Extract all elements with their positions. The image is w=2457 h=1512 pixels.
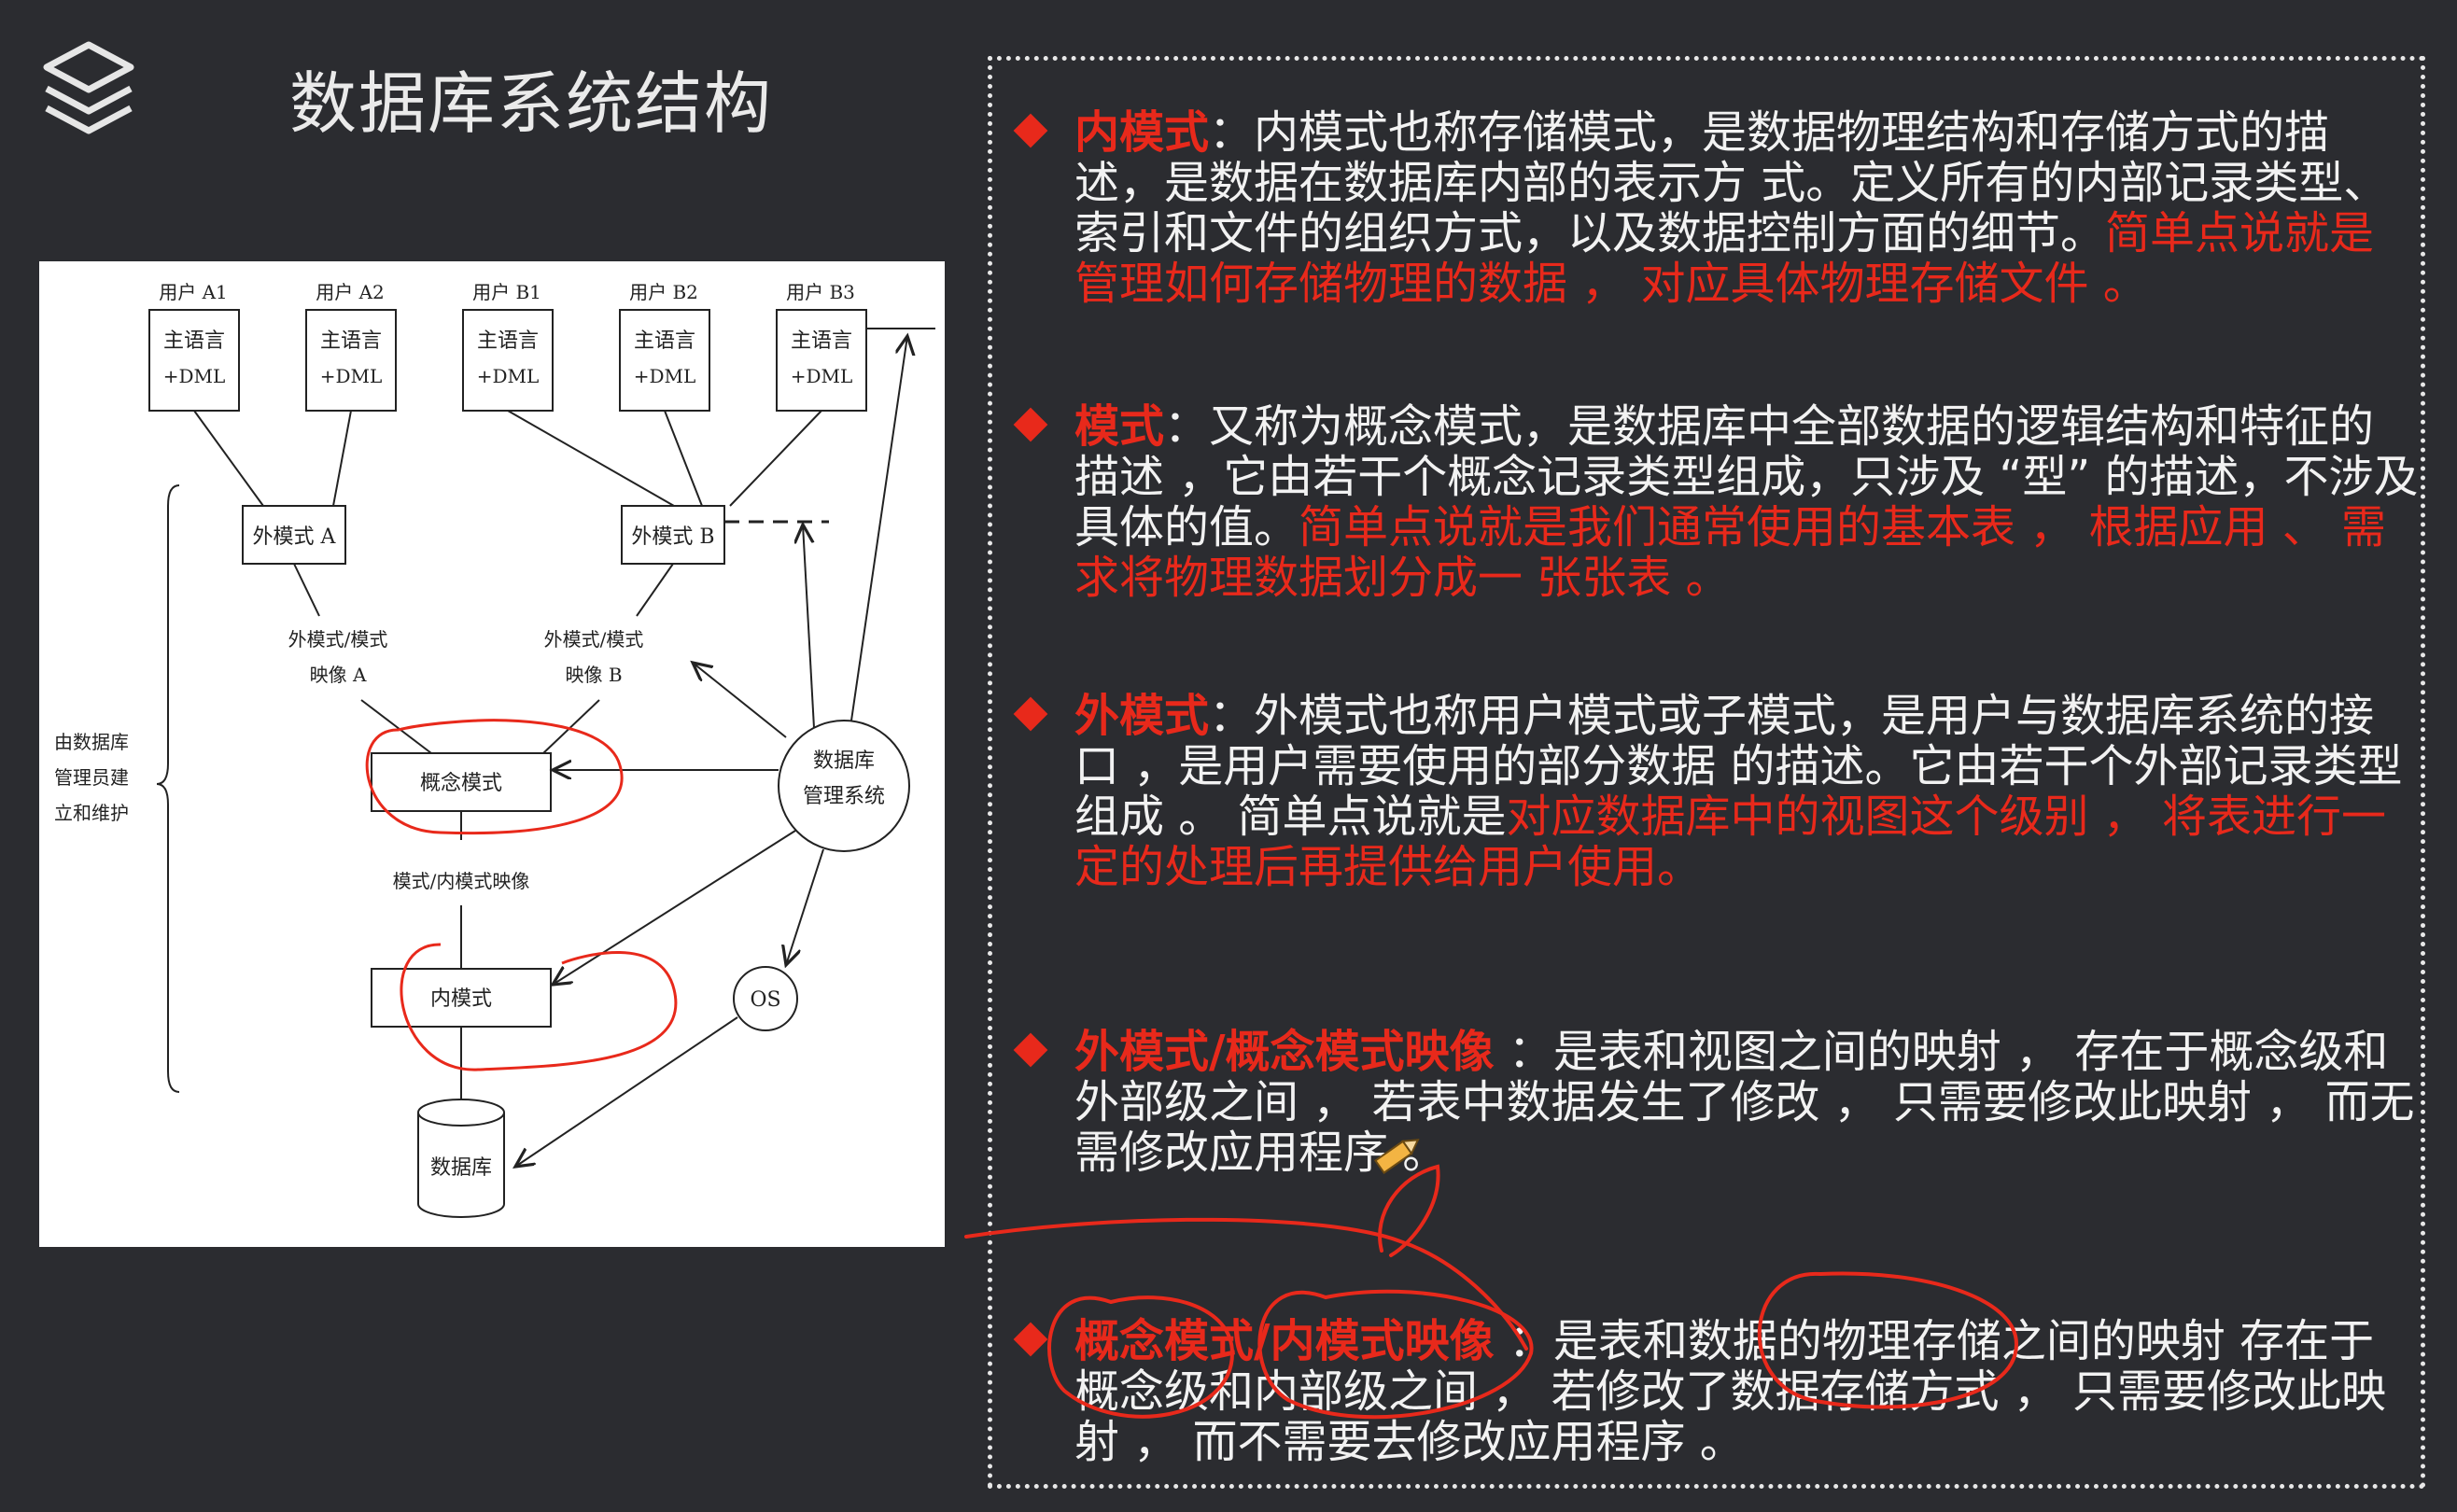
- bullet-diamond-icon: [1013, 1032, 1048, 1068]
- note-conceptual-schema: 模式：又称为概念模式，是数据库中全部数据的逻辑结构和特征的描述 ，它由若干个概念…: [1013, 400, 2419, 603]
- conceptual-internal-mapping-label: 模式/内模式映像: [393, 870, 530, 892]
- external-schema-a: 外模式 A: [253, 525, 337, 549]
- user-box-dml: +DML: [320, 365, 383, 387]
- note-external-conceptual-mapping: 外模式/概念模式映像 ：是表和视图之间的映射 ， 存在于概念级和外部级之间 ， …: [1013, 1026, 2419, 1178]
- note-separator: ：: [1164, 400, 1210, 453]
- conceptual-schema: 概念模式: [420, 772, 502, 795]
- note-external-schema: 外模式：外模式也称用户模式或子模式，是用户与数据库系统的接口 ，是用户需要使用的…: [1013, 690, 2419, 892]
- bullet-diamond-icon: [1013, 407, 1048, 442]
- user-label: 用户 B2: [629, 281, 698, 303]
- note-separator: ：: [1494, 1315, 1553, 1367]
- page-title: 数据库系统结构: [289, 64, 774, 143]
- note-term: 外模式/概念模式映像: [1074, 1026, 1495, 1078]
- user-box-dml: +DML: [163, 365, 226, 387]
- note-term: 概念模式/内模式映像: [1074, 1315, 1495, 1367]
- note-term: 内模式: [1074, 106, 1210, 159]
- note-term: 外模式: [1074, 690, 1210, 742]
- mapping-a-label: 映像 A: [310, 664, 367, 686]
- user-box-lang: 主语言: [791, 329, 852, 353]
- user-label: 用户 A1: [159, 281, 228, 303]
- admin-note: 立和维护: [54, 802, 129, 824]
- user-box-dml: +DML: [791, 365, 853, 387]
- note-separator: ：: [1209, 690, 1255, 742]
- note-conceptual-internal-mapping: 概念模式/内模式映像 ：是表和数据的物理存储之间的映射 存在于概念级和内部级之间…: [1013, 1315, 2419, 1467]
- mapping-b-label: 映像 B: [565, 664, 622, 686]
- user-box-dml: +DML: [634, 365, 696, 387]
- bullet-diamond-icon: [1013, 1322, 1048, 1357]
- database-label: 数据库: [430, 1156, 492, 1180]
- architecture-diagram: 用户 A1 用户 A2 用户 B1 用户 B2 用户 B3 主语言 +DML 主…: [39, 261, 945, 1247]
- user-label: 用户 A2: [316, 281, 385, 303]
- user-box-lang: 主语言: [163, 329, 225, 353]
- note-separator: ：: [1494, 1026, 1553, 1078]
- user-box-lang: 主语言: [477, 329, 539, 353]
- mapping-a-label: 外模式/模式: [288, 628, 388, 651]
- external-schema-b: 外模式 B: [631, 525, 714, 549]
- bullet-diamond-icon: [1013, 113, 1048, 148]
- user-label: 用户 B3: [786, 281, 855, 303]
- admin-note: 由数据库: [54, 731, 129, 753]
- dbms-label: 数据库: [813, 749, 875, 773]
- note-term: 模式: [1074, 400, 1165, 453]
- user-box-lang: 主语言: [320, 329, 382, 353]
- user-box-dml: +DML: [477, 365, 540, 387]
- mapping-b-label: 外模式/模式: [544, 628, 644, 651]
- layers-icon: [43, 41, 134, 134]
- notes-panel: 内模式：内模式也称存储模式，是数据物理结构和存储方式的描述，是数据在数据库内部的…: [988, 56, 2425, 1489]
- admin-note: 管理员建: [54, 766, 129, 789]
- note-internal-schema: 内模式：内模式也称存储模式，是数据物理结构和存储方式的描述，是数据在数据库内部的…: [1013, 106, 2419, 309]
- note-separator: ：: [1209, 106, 1255, 159]
- user-box-lang: 主语言: [634, 329, 695, 353]
- dbms-label: 管理系统: [803, 785, 885, 808]
- internal-schema: 内模式: [430, 987, 492, 1011]
- bullet-diamond-icon: [1013, 696, 1048, 732]
- user-label: 用户 B1: [472, 281, 541, 303]
- os-label: OS: [750, 988, 780, 1012]
